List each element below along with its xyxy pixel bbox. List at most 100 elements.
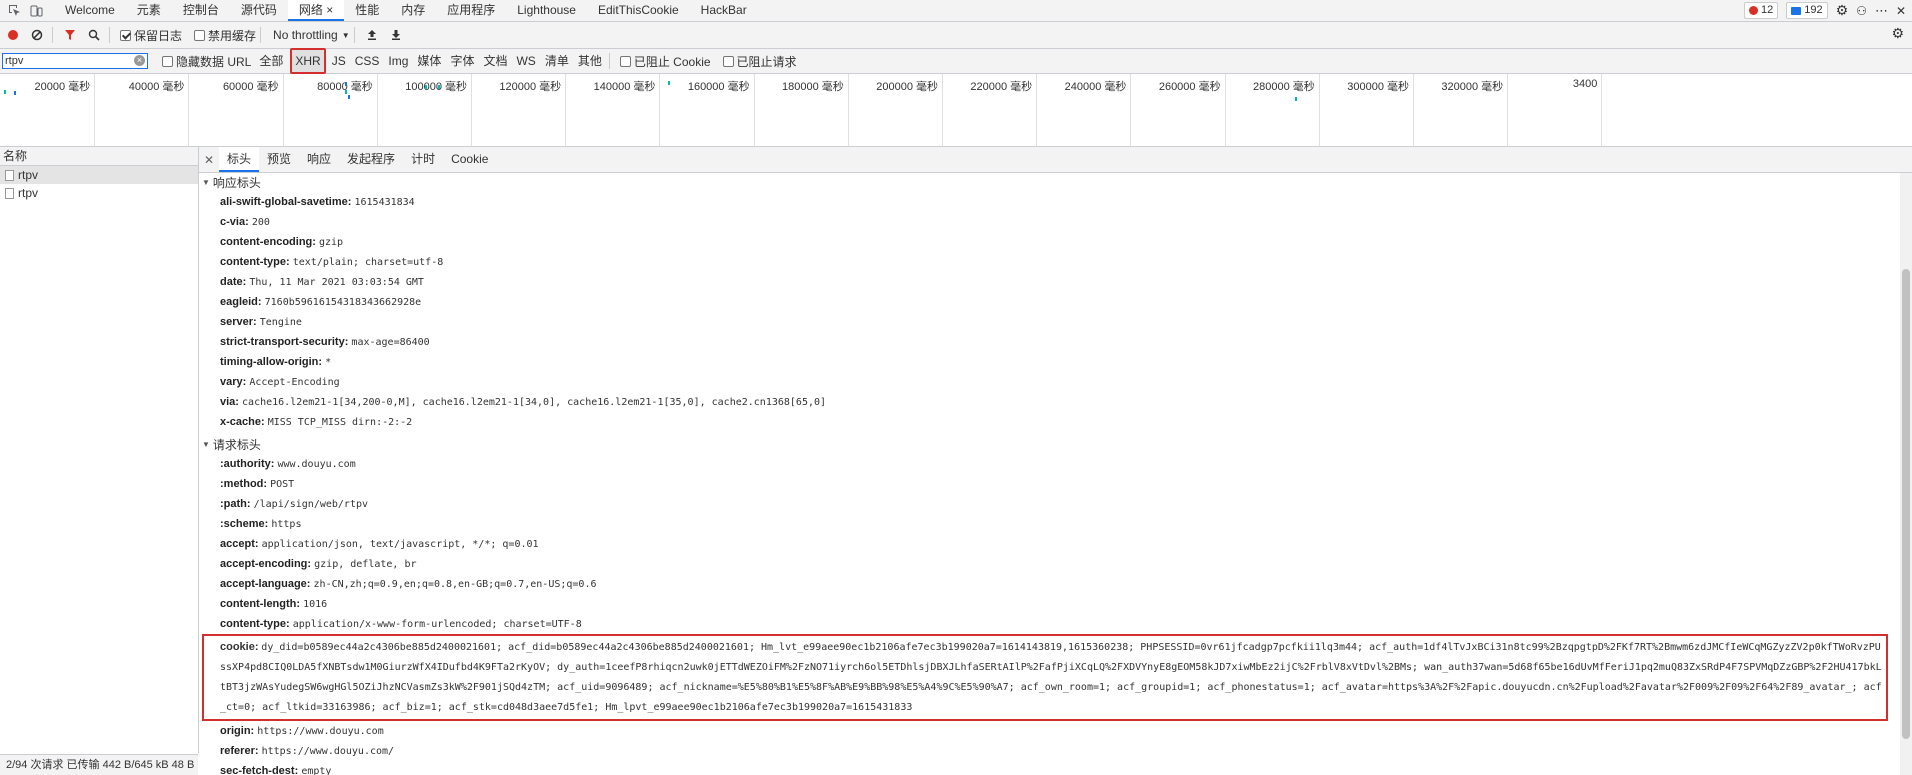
- status-bar: 2/94 次请求 已传输 442 B/645 kB 48 B: [0, 754, 198, 775]
- remote-devices-icon[interactable]: ⚇: [1856, 4, 1867, 18]
- request-mark: [4, 90, 6, 94]
- type-filter-7[interactable]: 文档: [480, 53, 510, 69]
- network-settings-gear-icon[interactable]: ⚙: [1891, 25, 1904, 42]
- clear-filter-icon[interactable]: ×: [134, 55, 145, 66]
- type-filter-1[interactable]: XHR: [290, 48, 326, 74]
- header-key: :authority:: [220, 458, 275, 470]
- disable-cache-checkbox[interactable]: 禁用缓存: [194, 27, 256, 44]
- clear-icon[interactable]: [26, 24, 48, 46]
- request-row[interactable]: rtpv: [0, 184, 198, 202]
- scrollbar-thumb[interactable]: [1902, 269, 1910, 739]
- document-icon: [5, 187, 14, 199]
- header-row: :method: POST: [199, 474, 1900, 494]
- cookie-header-value: dy_did=b0589ec44a2c4306be885d2400021601;…: [220, 642, 1882, 713]
- type-filter-4[interactable]: Img: [385, 53, 411, 69]
- type-filter-10[interactable]: 其他: [575, 53, 605, 69]
- import-har-icon[interactable]: [361, 24, 383, 46]
- header-row: referer: https://www.douyu.com/: [199, 741, 1900, 761]
- tab-10[interactable]: HackBar: [690, 0, 758, 21]
- header-row: c-via: 200: [199, 212, 1900, 232]
- detail-tab-4[interactable]: 计时: [403, 147, 443, 172]
- filter-bar: rtpv × 隐藏数据 URL 全部 XHR JS CSS Img 媒体 字体 文档 WS 清单其…: [0, 48, 1912, 74]
- tab-1[interactable]: 元素: [126, 0, 172, 21]
- blocked-cookies-checkbox[interactable]: 已阻止 Cookie: [619, 53, 711, 70]
- device-toolbar-icon[interactable]: [28, 3, 44, 19]
- tab-8[interactable]: Lighthouse: [506, 0, 587, 21]
- header-key: origin:: [220, 725, 255, 737]
- tab-2[interactable]: 控制台: [172, 0, 230, 21]
- close-detail-icon[interactable]: ✕: [199, 153, 219, 167]
- close-icon[interactable]: ✕: [1896, 4, 1906, 18]
- detail-tab-3[interactable]: 发起程序: [339, 147, 403, 172]
- filter-icon[interactable]: [59, 24, 81, 46]
- request-mark: [14, 91, 16, 95]
- header-key: timing-allow-origin:: [220, 356, 323, 368]
- header-key: content-length:: [220, 598, 301, 610]
- gear-icon[interactable]: ⚙: [1836, 2, 1849, 19]
- header-row: strict-transport-security: max-age=86400: [199, 332, 1900, 352]
- request-row[interactable]: rtpv: [0, 166, 198, 184]
- tab-3[interactable]: 源代码: [230, 0, 288, 21]
- request-headers-section[interactable]: ▼ 请求标头: [199, 436, 1900, 454]
- tab-0[interactable]: Welcome: [54, 0, 126, 21]
- filter-input[interactable]: rtpv ×: [2, 53, 148, 69]
- header-value: *: [325, 357, 332, 368]
- type-filter-2[interactable]: JS: [329, 53, 349, 69]
- messages-count: 192: [1804, 4, 1823, 16]
- expand-triangle-icon: ▼: [202, 440, 210, 449]
- throttling-select[interactable]: No throttling ▼: [273, 28, 350, 42]
- checkbox-checked-icon[interactable]: [120, 29, 131, 41]
- messages-badge[interactable]: 192: [1786, 2, 1828, 19]
- header-value: 1615431834: [354, 197, 415, 208]
- header-value: empty: [301, 766, 332, 775]
- record-icon[interactable]: [2, 24, 24, 46]
- more-options-icon[interactable]: ⋯: [1875, 3, 1888, 19]
- type-filter-5[interactable]: 媒体: [414, 53, 444, 69]
- request-mark: [425, 85, 427, 89]
- errors-badge[interactable]: 12: [1744, 2, 1779, 19]
- network-overview-timeline[interactable]: 20000 毫秒 40000 毫秒 60000 毫秒 80000 毫秒 100000 毫…: [0, 74, 1912, 147]
- tab-6[interactable]: 内存: [390, 0, 436, 21]
- type-filter-6[interactable]: 字体: [447, 53, 477, 69]
- checkbox-icon[interactable]: [619, 55, 631, 67]
- type-filter-9[interactable]: 清单: [542, 53, 572, 69]
- header-row: x-cache: MISS TCP_MISS dirn:-2:-2: [199, 412, 1900, 432]
- detail-tab-2[interactable]: 响应: [299, 147, 339, 172]
- request-mark: [438, 85, 440, 89]
- checkbox-icon[interactable]: [162, 55, 173, 67]
- type-filter-0[interactable]: 全部: [256, 53, 286, 69]
- header-row: timing-allow-origin: *: [199, 352, 1900, 372]
- detail-scrollbar[interactable]: [1900, 173, 1912, 775]
- header-row: server: Tengine: [199, 312, 1900, 332]
- header-value: max-age=86400: [351, 337, 430, 348]
- detail-tab-5[interactable]: Cookie: [443, 147, 496, 172]
- hide-data-url-checkbox[interactable]: 隐藏数据 URL: [162, 53, 251, 70]
- tab-4[interactable]: 网络 ×: [287, 0, 345, 21]
- response-headers-section[interactable]: ▼ 响应标头: [199, 174, 1900, 192]
- header-key: date:: [220, 276, 247, 288]
- preserve-log-checkbox[interactable]: 保留日志: [120, 27, 182, 44]
- cookie-header-key: cookie:: [220, 641, 259, 653]
- detail-tab-1[interactable]: 预览: [259, 147, 299, 172]
- preserve-log-label: 保留日志: [134, 28, 183, 43]
- search-icon[interactable]: [83, 24, 105, 46]
- header-value: cache16.l2em21-1[34,200-0,M], cache16.l2…: [242, 397, 827, 408]
- blocked-requests-checkbox[interactable]: 已阻止请求: [722, 53, 797, 70]
- checkbox-icon[interactable]: [722, 55, 734, 67]
- tab-7[interactable]: 应用程序: [436, 0, 506, 21]
- header-key: :path:: [220, 498, 251, 510]
- detail-tab-0[interactable]: 标头: [219, 147, 260, 172]
- inspect-element-icon[interactable]: [6, 3, 22, 19]
- name-column-header[interactable]: 名称: [0, 147, 198, 166]
- header-row: :authority: www.douyu.com: [199, 454, 1900, 474]
- checkbox-icon[interactable]: [194, 29, 206, 41]
- separator: [260, 27, 262, 43]
- tab-9[interactable]: EditThisCookie: [587, 0, 690, 21]
- type-filter-3[interactable]: CSS: [352, 53, 383, 69]
- export-har-icon[interactable]: [385, 24, 407, 46]
- close-tab-icon[interactable]: ×: [323, 3, 333, 17]
- header-row: date: Thu, 11 Mar 2021 03:03:54 GMT: [199, 272, 1900, 292]
- tab-5[interactable]: 性能: [344, 0, 390, 21]
- type-filter-8[interactable]: WS: [513, 53, 538, 69]
- header-key: accept:: [220, 538, 259, 550]
